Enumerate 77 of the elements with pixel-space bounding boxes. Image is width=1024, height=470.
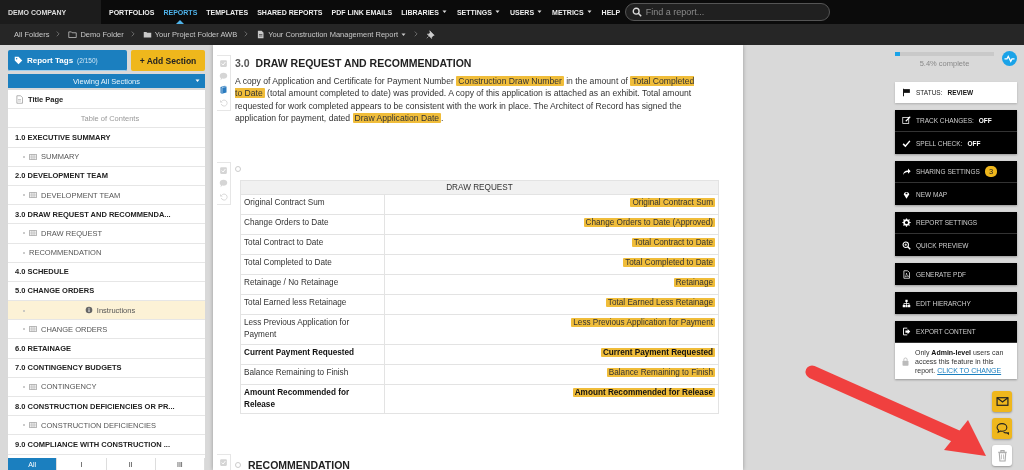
- activity-icon[interactable]: [1002, 51, 1017, 66]
- field-tag[interactable]: Total Completed to Date: [623, 258, 715, 268]
- table-cell: Total Contract to Date: [240, 234, 385, 255]
- comment-icon[interactable]: [219, 179, 228, 189]
- checkbox-icon[interactable]: [219, 458, 228, 468]
- caret-icon: [441, 9, 448, 15]
- table-icon: [29, 421, 37, 430]
- mail-icon: [995, 395, 1009, 408]
- table-title: DRAW REQUEST: [240, 180, 719, 195]
- pdf-icon: [902, 269, 911, 279]
- checkbox-icon[interactable]: [219, 59, 228, 68]
- book-icon[interactable]: [219, 85, 228, 94]
- field-tag[interactable]: Current Payment Requested: [600, 347, 715, 357]
- map-pin-icon: [902, 189, 911, 199]
- zoom-icon: [902, 240, 911, 250]
- check-icon: [902, 138, 911, 148]
- field-tag[interactable]: Total Earned Less Retainage: [605, 298, 715, 308]
- field-tag[interactable]: Original Contract Sum: [630, 198, 715, 208]
- chevron-icon: [413, 31, 420, 38]
- field-tag[interactable]: Total Contract to Date: [631, 238, 715, 248]
- tag-icon: [14, 56, 23, 65]
- chat-icon: [995, 422, 1009, 435]
- hierarchy-icon: [902, 298, 911, 308]
- chevron-icon: [243, 31, 251, 38]
- email-button[interactable]: [992, 391, 1012, 412]
- field-tag[interactable]: Retainage: [673, 278, 715, 288]
- folder-icon: [142, 30, 152, 39]
- section-heading: RECOMMENDATION: [248, 458, 350, 470]
- export-icon: [902, 327, 911, 336]
- table-cell: Change Orders to Date: [240, 214, 385, 235]
- table-cell: Total Earned less Retainage: [240, 294, 385, 315]
- body-paragraph: A copy of Application and Certificate for Payment Number Construction Draw Number in the amount of Total Completed to Date (total amount completed to date) was provided. A copy of this application is attached as an exhibit. Total amount requested for work completed appears to be consistent with the work in place. The Architect of Record has signed the application for payment, dated Draw Application Date .: [235, 75, 696, 125]
- table-cell: Less Previous Application for Payment: [240, 314, 385, 345]
- table-cell: Total Completed to Date: [240, 254, 385, 275]
- share-icon: [902, 167, 911, 176]
- document-icon: [15, 94, 24, 104]
- table-icon: [29, 191, 37, 200]
- section-number: 3.0: [235, 57, 250, 69]
- table-icon: [29, 382, 37, 391]
- undo-icon[interactable]: [219, 98, 228, 107]
- field-tag[interactable]: Balance Remaining to Finish: [606, 367, 715, 377]
- trash-icon: [995, 449, 1009, 462]
- caret-icon: [586, 9, 593, 15]
- info-icon: [84, 306, 93, 315]
- field-tag[interactable]: Change Orders to Date (Approved): [583, 218, 715, 228]
- comment-icon[interactable]: [219, 72, 228, 81]
- table-icon: [29, 229, 37, 238]
- undo-icon[interactable]: [219, 192, 228, 202]
- search-icon: [631, 7, 642, 17]
- checkbox-icon[interactable]: [219, 166, 228, 176]
- section-heading: DRAW REQUEST AND RECOMMENDATION: [255, 57, 472, 69]
- chevron-icon: [129, 31, 137, 38]
- table-cell: Current Payment Requested: [240, 344, 385, 365]
- table-icon: [29, 325, 37, 334]
- chevron-icon: [55, 31, 63, 38]
- edit-icon: [902, 116, 911, 125]
- chat-button[interactable]: [992, 418, 1012, 439]
- field-tag[interactable]: Less Previous Application for Payment: [571, 318, 715, 328]
- add-section-button[interactable]: + Add Section: [131, 50, 205, 71]
- lock-icon: [901, 357, 910, 366]
- settings-icon: [902, 218, 911, 227]
- caret-icon: [537, 9, 544, 15]
- delete-button[interactable]: [992, 445, 1012, 466]
- caret-icon: [494, 9, 501, 15]
- pin-icon[interactable]: [426, 30, 435, 39]
- caret-icon: [401, 31, 407, 38]
- field-tag[interactable]: Amount Recommended for Release: [572, 387, 715, 397]
- search-field[interactable]: Find a report...: [624, 3, 830, 21]
- caret-icon: [195, 78, 201, 84]
- flag-icon: [902, 88, 911, 97]
- folder-icon: [68, 30, 78, 39]
- table-icon: [29, 152, 37, 161]
- table-cell: Retainage / No Retainage: [240, 274, 385, 295]
- table-cell: Original Contract Sum: [240, 194, 385, 215]
- document-icon: [256, 30, 266, 39]
- table-cell: Amount Recommended for Release: [240, 384, 385, 414]
- table-cell: Balance Remaining to Finish: [240, 364, 385, 385]
